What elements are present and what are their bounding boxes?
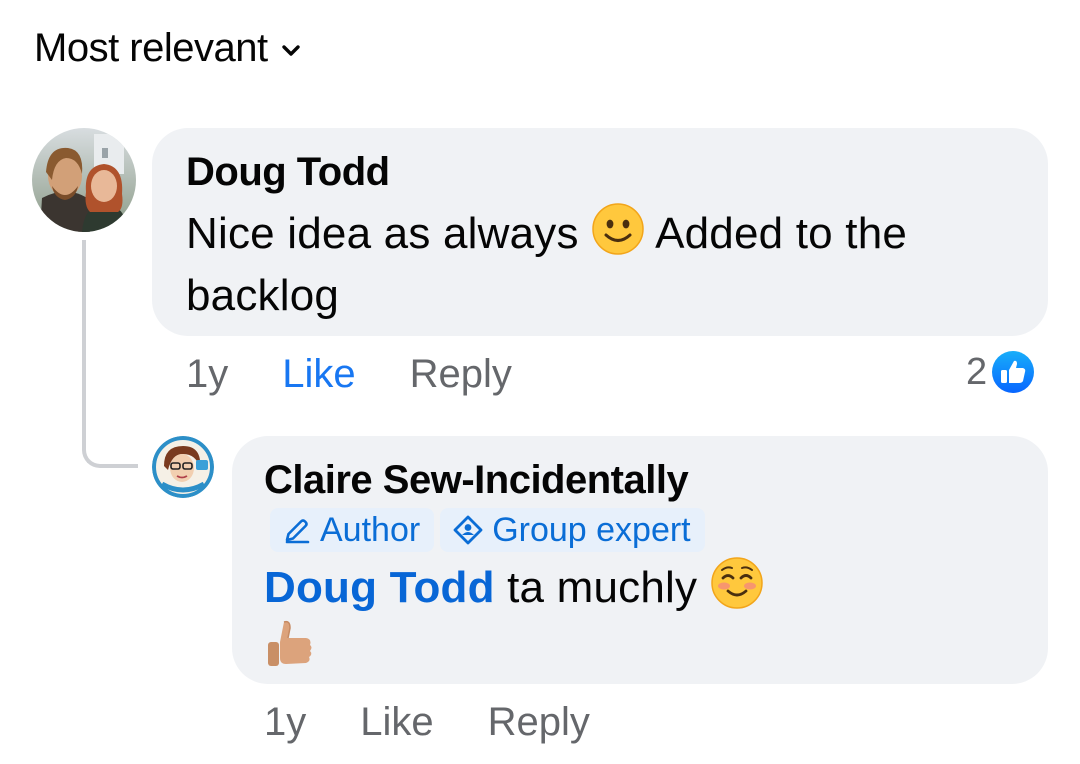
comments-section: Most relevant Doug Todd Nice idea as alw…	[0, 0, 1080, 764]
reaction-count: 2	[966, 350, 988, 393]
reply-text-body: ta muchly	[507, 563, 698, 612]
avatar-claire-sew-incidentally[interactable]	[152, 436, 214, 498]
comment-text-part-1: Nice idea as always	[186, 209, 579, 258]
sort-dropdown[interactable]: Most relevant	[34, 26, 302, 71]
reply-button[interactable]: Reply	[410, 352, 512, 397]
comment-timestamp[interactable]: 1y	[186, 352, 228, 397]
group-expert-badge[interactable]: Group expert	[440, 508, 705, 552]
author-badge-label: Author	[320, 511, 421, 549]
smiling-face-with-smiling-eyes-icon	[710, 557, 763, 609]
author-badges: Author Group expert	[270, 508, 1016, 552]
comment-actions: 1y Like Reply	[186, 352, 566, 397]
thumbs-up-icon	[268, 620, 312, 666]
thumbs-up-line	[264, 618, 1016, 679]
reply-timestamp[interactable]: 1y	[264, 700, 306, 745]
thread-connector-line	[82, 240, 138, 468]
reply-like-button[interactable]: Like	[360, 700, 433, 745]
reply-bubble: Claire Sew-Incidentally Author Group exp…	[232, 436, 1048, 684]
reply-actions: 1y Like Reply	[264, 700, 644, 745]
comment-bubble: Doug Todd Nice idea as always Added to t…	[152, 128, 1048, 336]
avatar-doug-todd[interactable]	[32, 128, 136, 232]
sort-label: Most relevant	[34, 26, 268, 70]
mention-link[interactable]: Doug Todd	[264, 563, 495, 612]
reply-reply-button[interactable]: Reply	[488, 700, 590, 745]
reply-author-name[interactable]: Claire Sew-Incidentally	[264, 454, 1016, 506]
chevron-down-icon	[281, 44, 300, 56]
comment-text: Nice idea as always Added to the backlog	[186, 202, 1014, 327]
group-expert-badge-label: Group expert	[492, 511, 691, 549]
reaction-summary[interactable]: 2	[966, 350, 1035, 394]
comment-author-name[interactable]: Doug Todd	[186, 146, 1014, 198]
author-badge[interactable]: Author	[270, 508, 435, 552]
like-button[interactable]: Like	[282, 352, 355, 397]
expert-badge-icon	[453, 515, 483, 545]
pencil-icon	[285, 519, 310, 544]
reply-text: Doug Todd ta muchly	[264, 556, 1016, 616]
like-reaction-icon	[992, 351, 1035, 393]
slightly-smiling-face-icon	[592, 203, 644, 255]
